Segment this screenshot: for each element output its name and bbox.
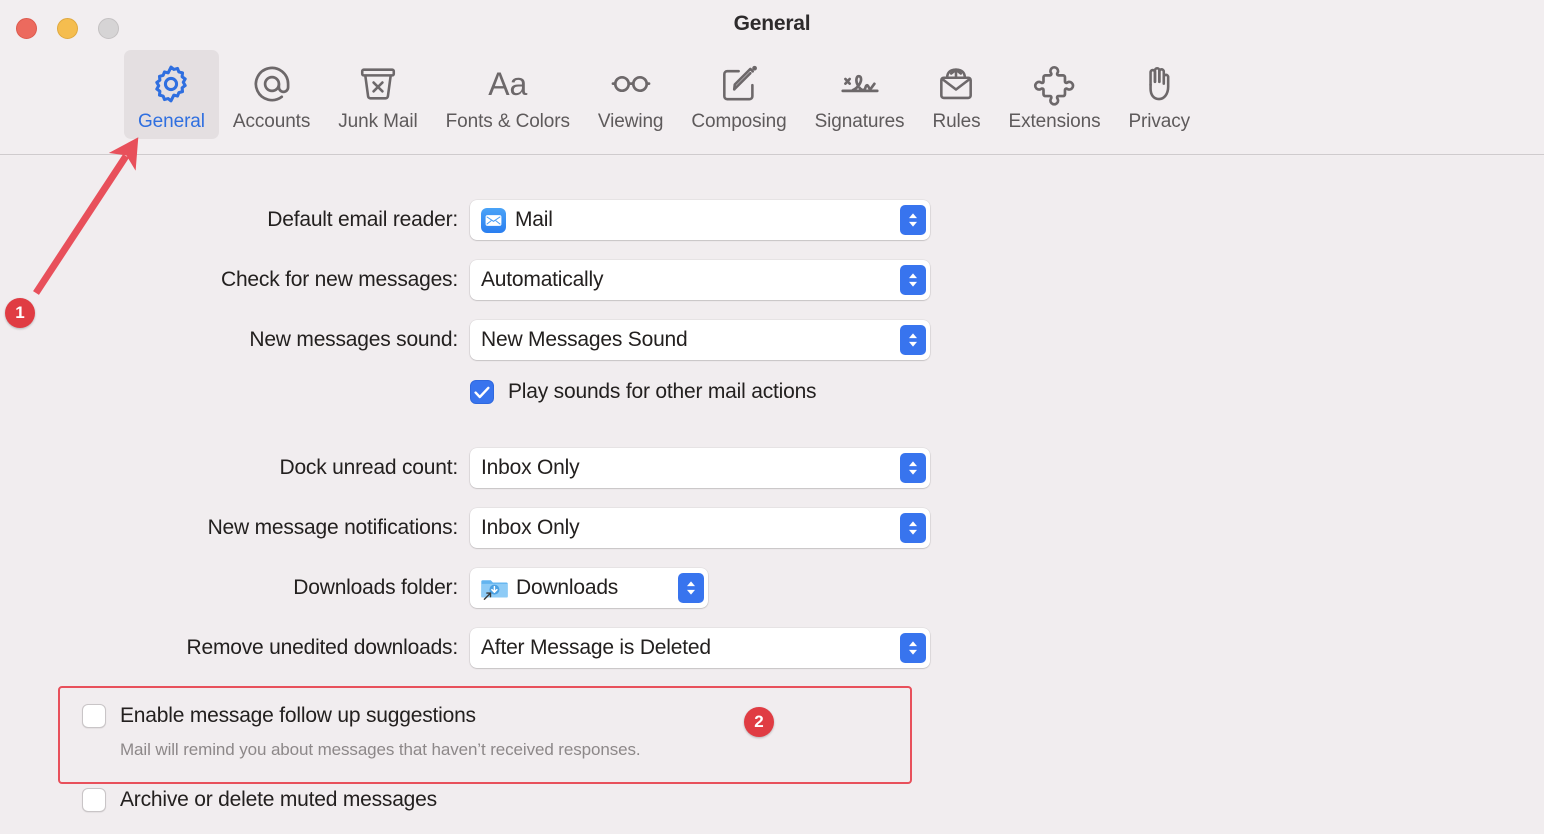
row-label: New messages sound: xyxy=(249,328,458,351)
preferences-toolbar: General Accounts Junk Mail Aa Fonts & Co… xyxy=(0,48,1544,155)
popup-stepper-arrows[interactable] xyxy=(678,573,704,603)
popup-value: New Messages Sound xyxy=(481,328,688,351)
archive-or-delete-muted-messages-checkbox[interactable] xyxy=(82,788,106,812)
follow-up-label: Enable message follow up suggestions xyxy=(120,704,476,727)
popup-value: Inbox Only xyxy=(481,516,580,539)
tab-signatures[interactable]: Signatures xyxy=(801,50,919,139)
tab-label: Accounts xyxy=(232,111,311,132)
general-settings-pane: Default email reader: Mail Check for new… xyxy=(0,156,1544,834)
row-label: Dock unread count: xyxy=(279,456,458,479)
remove-unedited-downloads-popup[interactable]: After Message is Deleted xyxy=(470,628,930,668)
new-messages-sound-popup[interactable]: New Messages Sound xyxy=(470,320,930,360)
popup-value: Automatically xyxy=(481,268,604,291)
popup-stepper-arrows[interactable] xyxy=(900,265,926,295)
mail-preferences-window: General General Accounts Junk Mail Aa Fo… xyxy=(0,0,1544,834)
follow-up-checkbox-row[interactable]: Enable message follow up suggestions Mai… xyxy=(82,704,641,760)
tab-label: Extensions xyxy=(1008,111,1101,132)
tab-label: Fonts & Colors xyxy=(445,111,570,132)
row-label: Check for new messages: xyxy=(220,268,458,291)
setting-row-remove-unedited-downloads: Remove unedited downloads: xyxy=(0,628,459,668)
row-label: Default email reader: xyxy=(267,208,458,231)
popup-stepper-arrows[interactable] xyxy=(900,453,926,483)
tab-accounts[interactable]: Accounts xyxy=(219,50,324,139)
row-label: Remove unedited downloads: xyxy=(186,636,459,659)
tab-label: Privacy xyxy=(1128,111,1191,132)
compose-pencil-icon xyxy=(717,60,761,108)
puzzle-piece-icon xyxy=(1032,60,1078,108)
toolbar-divider xyxy=(0,154,1544,155)
aa-typography-icon: Aa xyxy=(488,66,528,102)
glasses-icon xyxy=(608,60,654,108)
setting-row-default-email-reader: Default email reader: xyxy=(0,200,458,240)
annotation-badge-2: 2 xyxy=(744,707,774,737)
popup-stepper-arrows[interactable] xyxy=(900,325,926,355)
downloads-folder-popup[interactable]: Downloads xyxy=(470,568,708,608)
tab-label: Viewing xyxy=(597,111,664,132)
at-sign-icon xyxy=(249,60,295,108)
raised-hand-icon xyxy=(1137,60,1181,108)
tab-label: Composing xyxy=(691,111,787,132)
popup-stepper-arrows[interactable] xyxy=(900,205,926,235)
signature-icon xyxy=(837,60,883,108)
popup-value: Mail xyxy=(515,208,553,231)
dock-unread-count-popup[interactable]: Inbox Only xyxy=(470,448,930,488)
default-email-reader-popup[interactable]: Mail xyxy=(470,200,930,240)
row-label: Downloads folder: xyxy=(293,576,458,599)
popup-stepper-arrows[interactable] xyxy=(900,633,926,663)
popup-value: Downloads xyxy=(516,576,619,599)
tab-label: Rules xyxy=(932,111,981,132)
tab-general[interactable]: General xyxy=(124,50,219,139)
tab-label: General xyxy=(138,111,205,132)
tab-viewing[interactable]: Viewing xyxy=(584,50,678,139)
mail-app-icon xyxy=(481,207,506,233)
setting-row-new-message-notifications: New message notifications: xyxy=(0,508,459,548)
tab-rules[interactable]: Rules xyxy=(918,50,994,139)
row-label: New message notifications: xyxy=(207,516,459,539)
popup-value: Inbox Only xyxy=(481,456,580,479)
play-sounds-checkbox[interactable] xyxy=(470,380,494,404)
popup-value: After Message is Deleted xyxy=(481,636,711,659)
rules-envelope-icon xyxy=(934,60,978,108)
new-message-notifications-popup[interactable]: Inbox Only xyxy=(470,508,930,548)
tab-junk-mail[interactable]: Junk Mail xyxy=(324,50,431,139)
popup-stepper-arrows[interactable] xyxy=(900,513,926,543)
window-title: General xyxy=(733,12,811,35)
setting-row-new-messages-sound: New messages sound: xyxy=(0,320,458,360)
check-for-new-messages-popup[interactable]: Automatically xyxy=(470,260,930,300)
setting-row-downloads-folder: Downloads folder: xyxy=(0,568,458,608)
tab-fonts-and-colors[interactable]: Aa Fonts & Colors xyxy=(432,50,584,139)
tab-privacy[interactable]: Privacy xyxy=(1114,50,1204,139)
junk-bin-icon xyxy=(356,60,400,108)
downloads-folder-icon xyxy=(481,576,508,600)
play-sounds-label: Play sounds for other mail actions xyxy=(508,380,817,403)
tab-extensions[interactable]: Extensions xyxy=(995,50,1115,139)
setting-row-dock-unread-count: Dock unread count: xyxy=(0,448,458,488)
tab-label: Signatures xyxy=(814,111,905,132)
play-sounds-checkbox-row[interactable]: Play sounds for other mail actions xyxy=(470,380,817,404)
archive-muted-label: Archive or delete muted messages xyxy=(120,788,437,811)
archive-muted-checkbox-row[interactable]: Archive or delete muted messages xyxy=(82,788,437,812)
setting-row-check-for-new-messages: Check for new messages: xyxy=(0,260,458,300)
enable-message-follow-up-suggestions-checkbox[interactable] xyxy=(82,704,106,728)
follow-up-sublabel: Mail will remind you about messages that… xyxy=(120,740,641,759)
title-bar: General xyxy=(0,0,1544,48)
gear-icon xyxy=(148,60,194,108)
tab-label: Junk Mail xyxy=(338,111,418,132)
annotation-badge-1: 1 xyxy=(5,298,35,328)
tab-composing[interactable]: Composing xyxy=(677,50,800,139)
